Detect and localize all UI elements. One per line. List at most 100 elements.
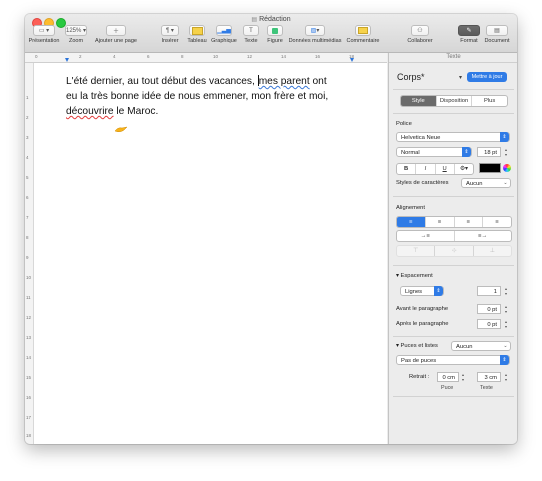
chevron-down-icon: ⇕ bbox=[434, 286, 443, 296]
comment-icon bbox=[358, 27, 368, 34]
chart-icon: ▁▃▅ bbox=[217, 28, 231, 34]
vertical-ruler: 1 2 3 4 5 6 7 8 9 10 11 12 13 14 15 16 1… bbox=[25, 63, 34, 444]
text-options-gear-icon[interactable]: ⚙▾ bbox=[455, 164, 473, 174]
bullet-type-select[interactable]: Pas de puces ⇕ bbox=[396, 355, 510, 365]
font-section-title: Police bbox=[396, 121, 412, 127]
left-indent-marker[interactable] bbox=[65, 58, 69, 62]
list-style-select[interactable]: Aucun ⌄ bbox=[451, 341, 511, 351]
font-style-select[interactable]: Normal ⇕ bbox=[396, 147, 472, 157]
format-brush-icon: ✎ bbox=[466, 28, 472, 34]
space-after-label: Après le paragraphe bbox=[396, 321, 449, 327]
chevron-down-icon: ⇕ bbox=[500, 132, 509, 142]
document-button[interactable]: ▤ bbox=[486, 25, 508, 36]
align-justify-icon[interactable]: ≡ bbox=[483, 217, 511, 227]
zoom-select[interactable]: 125% ▾ bbox=[65, 25, 87, 36]
space-before-field[interactable]: 0 pt bbox=[477, 304, 501, 314]
line-spacing-select[interactable]: Lignes ⇕ bbox=[400, 286, 444, 296]
collaborate-button[interactable]: ⚇ bbox=[411, 25, 429, 36]
text-button[interactable]: T bbox=[243, 25, 259, 36]
align-center-icon[interactable]: ≡ bbox=[426, 217, 455, 227]
spacing-section-title[interactable]: ▾ Espacement bbox=[396, 273, 433, 279]
indent-label: Retrait : bbox=[409, 374, 430, 380]
chart-button[interactable]: ▁▃▅ bbox=[216, 25, 232, 36]
align-right-icon[interactable]: ≡ bbox=[455, 217, 484, 227]
bullet-indent-field[interactable]: 0 cm bbox=[437, 372, 459, 382]
bullets-section-title[interactable]: ▾ Puces et listes bbox=[396, 343, 438, 349]
media-control[interactable]: ▨ ▾ Données multimédias bbox=[289, 25, 341, 51]
text-indent-caption: Texte bbox=[480, 385, 493, 391]
presentation-control[interactable]: ▭ ▾ Présentation bbox=[29, 25, 59, 51]
inspector-tabs: Style Disposition Plus bbox=[400, 95, 508, 107]
table-icon bbox=[191, 26, 203, 35]
align-top-icon[interactable]: ⊤ bbox=[397, 246, 436, 256]
shape-button[interactable] bbox=[267, 25, 283, 36]
document-control[interactable]: ▤ Document bbox=[483, 25, 511, 51]
add-page-button[interactable]: ＋ bbox=[106, 25, 126, 36]
tab-layout[interactable]: Disposition bbox=[437, 96, 473, 106]
underline-button[interactable]: U bbox=[436, 164, 455, 174]
italic-button[interactable]: I bbox=[416, 164, 436, 174]
alignment-buttons: ≡ ≡ ≡ ≡ bbox=[396, 216, 512, 228]
space-before-label: Avant le paragraphe bbox=[396, 306, 449, 312]
bullet-indent-stepper[interactable]: ▴ ▾ bbox=[460, 372, 466, 382]
horizontal-ruler[interactable]: 0 2 4 6 8 10 12 14 16 18 bbox=[25, 53, 387, 63]
align-middle-icon[interactable]: ⊹ bbox=[435, 246, 474, 256]
title-bar: ▤ Rédaction ▭ ▾ Présentation 125% ▾ Zoom … bbox=[25, 14, 517, 53]
disclosure-triangle-icon: ▾ bbox=[396, 273, 399, 279]
character-styles-label: Styles de caractères bbox=[396, 180, 449, 186]
collaborate-control[interactable]: ⚇ Collaborer bbox=[406, 25, 434, 51]
increase-indent-icon[interactable]: ≡→ bbox=[455, 231, 512, 241]
insert-control[interactable]: ¶ ▾ Insérer bbox=[159, 25, 181, 51]
grammar-error[interactable]: mes parent bbox=[259, 76, 310, 87]
line-spacing-stepper[interactable]: ▴ ▾ bbox=[503, 286, 509, 296]
text-control[interactable]: T Texte bbox=[241, 25, 261, 51]
table-control[interactable]: Tableau bbox=[186, 25, 208, 51]
character-styles-select[interactable]: Aucun ⌄ bbox=[461, 178, 511, 188]
spelling-error[interactable]: découvrire bbox=[66, 106, 114, 117]
tab-style[interactable]: Style bbox=[401, 96, 437, 106]
chart-control[interactable]: ▁▃▅ Graphique bbox=[211, 25, 237, 51]
style-chevron-icon[interactable]: ▾ bbox=[459, 74, 462, 81]
text-indent-field[interactable]: 3 cm bbox=[477, 372, 501, 382]
space-before-stepper[interactable]: ▴ ▾ bbox=[503, 304, 509, 314]
space-after-field[interactable]: 0 pt bbox=[477, 319, 501, 329]
pointer-cursor-icon bbox=[114, 126, 128, 133]
table-button[interactable] bbox=[189, 25, 205, 36]
font-family-select[interactable]: Helvetica Neue ⇕ bbox=[396, 132, 510, 142]
bold-button[interactable]: B bbox=[397, 164, 417, 174]
align-bottom-icon[interactable]: ⊥ bbox=[474, 246, 511, 256]
media-button[interactable]: ▨ ▾ bbox=[305, 25, 325, 36]
font-size-field[interactable]: 18 pt bbox=[477, 147, 501, 157]
chevron-down-icon: ⇕ bbox=[500, 355, 509, 365]
body-paragraph[interactable]: L'été dernier, au tout début des vacance… bbox=[66, 74, 366, 119]
window-title: ▤ Rédaction bbox=[251, 16, 291, 23]
insert-button[interactable]: ¶ ▾ bbox=[161, 25, 179, 36]
inspector-header: Texte bbox=[389, 53, 517, 63]
format-control[interactable]: ✎ Format bbox=[457, 25, 481, 51]
disclosure-triangle-icon: ▾ bbox=[396, 343, 399, 349]
color-wheel-icon[interactable] bbox=[503, 164, 511, 172]
presentation-button[interactable]: ▭ ▾ bbox=[33, 25, 55, 36]
paragraph-style-name[interactable]: Corps* bbox=[397, 72, 425, 82]
right-indent-marker[interactable] bbox=[350, 58, 354, 62]
vertical-alignment-buttons: ⊤ ⊹ ⊥ bbox=[396, 245, 512, 257]
align-left-icon[interactable]: ≡ bbox=[397, 217, 426, 227]
format-button[interactable]: ✎ bbox=[458, 25, 480, 36]
text-indent-stepper[interactable]: ▴ ▾ bbox=[503, 372, 509, 382]
alignment-section-title: Alignement bbox=[396, 205, 426, 211]
indent-buttons: →≡ ≡→ bbox=[396, 230, 512, 242]
comment-button[interactable] bbox=[355, 25, 371, 36]
add-page-control[interactable]: ＋ Ajouter une page bbox=[95, 25, 137, 51]
font-size-stepper[interactable]: ▴ ▾ bbox=[503, 147, 509, 157]
chevron-down-icon: ⌄ bbox=[503, 180, 508, 186]
space-after-stepper[interactable]: ▴ ▾ bbox=[503, 319, 509, 329]
document-canvas[interactable]: L'été dernier, au tout début des vacance… bbox=[34, 63, 387, 444]
tab-more[interactable]: Plus bbox=[472, 96, 507, 106]
line-spacing-field[interactable]: 1 bbox=[477, 286, 501, 296]
decrease-indent-icon[interactable]: →≡ bbox=[397, 231, 455, 241]
comment-control[interactable]: Commentaire bbox=[345, 25, 381, 51]
zoom-control[interactable]: 125% ▾ Zoom bbox=[65, 25, 87, 51]
update-style-button[interactable]: Mettre à jour bbox=[467, 72, 507, 82]
text-color-well[interactable] bbox=[479, 163, 501, 173]
shape-control[interactable]: Figure bbox=[265, 25, 285, 51]
